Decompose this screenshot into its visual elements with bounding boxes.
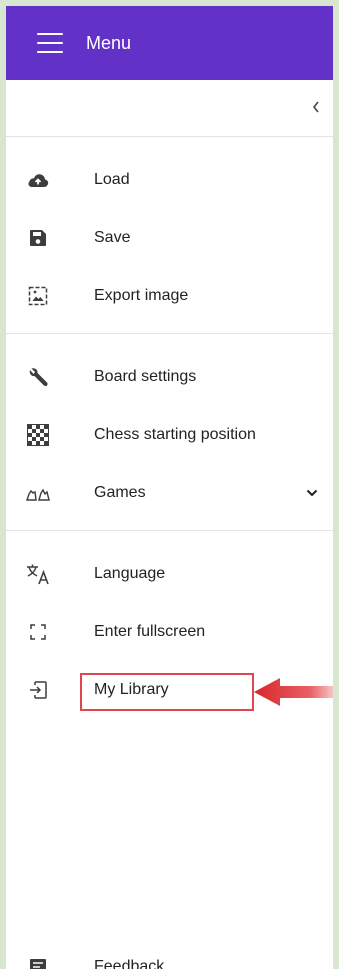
menu-header: Menu [6, 6, 333, 80]
feedback-icon [26, 955, 50, 969]
feedback-section: Feedback [6, 938, 333, 969]
menu-group-file: Load Save Export image [6, 137, 333, 334]
fullscreen-icon [26, 620, 50, 644]
menu-item-label: Enter fullscreen [94, 623, 206, 640]
menu-item-enter-fullscreen[interactable]: Enter fullscreen [6, 603, 333, 661]
menu-group-app: Language Enter fullscreen My Library [6, 531, 333, 727]
hamburger-menu-icon[interactable] [37, 33, 63, 53]
export-image-icon [26, 284, 50, 308]
menu-item-label: Language [94, 565, 166, 582]
save-icon [26, 226, 50, 250]
menu-item-feedback[interactable]: Feedback [6, 938, 333, 969]
highlight-box [80, 673, 254, 711]
chevron-down-icon[interactable] [305, 486, 319, 500]
menu-item-export-image[interactable]: Export image [6, 267, 333, 325]
login-icon [26, 678, 50, 702]
menu-item-save[interactable]: Save [6, 209, 333, 267]
chevron-left-icon[interactable] [307, 97, 325, 117]
menu-item-label: Save [94, 229, 131, 246]
side-menu: Menu Load Save Export image Board settin… [6, 6, 333, 969]
menu-item-chess-starting-position[interactable]: Chess starting position [6, 406, 333, 464]
menu-item-load[interactable]: Load [6, 151, 333, 209]
wrench-icon [26, 365, 50, 389]
menu-item-label: Board settings [94, 368, 197, 385]
collapse-row [6, 80, 333, 137]
chess-pieces-icon [26, 481, 50, 505]
menu-item-my-library[interactable]: My Library [6, 661, 333, 719]
menu-item-label: Games [94, 484, 146, 501]
menu-group-board: Board settings Chess starting position G… [6, 334, 333, 531]
menu-item-label: Chess starting position [94, 426, 256, 443]
menu-item-language[interactable]: Language [6, 545, 333, 603]
menu-title: Menu [86, 32, 132, 53]
menu-item-games[interactable]: Games [6, 464, 333, 522]
menu-item-label: Load [94, 171, 130, 188]
menu-item-board-settings[interactable]: Board settings [6, 348, 333, 406]
menu-item-label: Export image [94, 287, 189, 304]
translate-icon [26, 562, 50, 586]
checkerboard-icon [26, 423, 50, 447]
pointer-arrow-icon [254, 678, 333, 706]
cloud-upload-icon [26, 168, 50, 192]
menu-item-label: Feedback [94, 958, 165, 969]
